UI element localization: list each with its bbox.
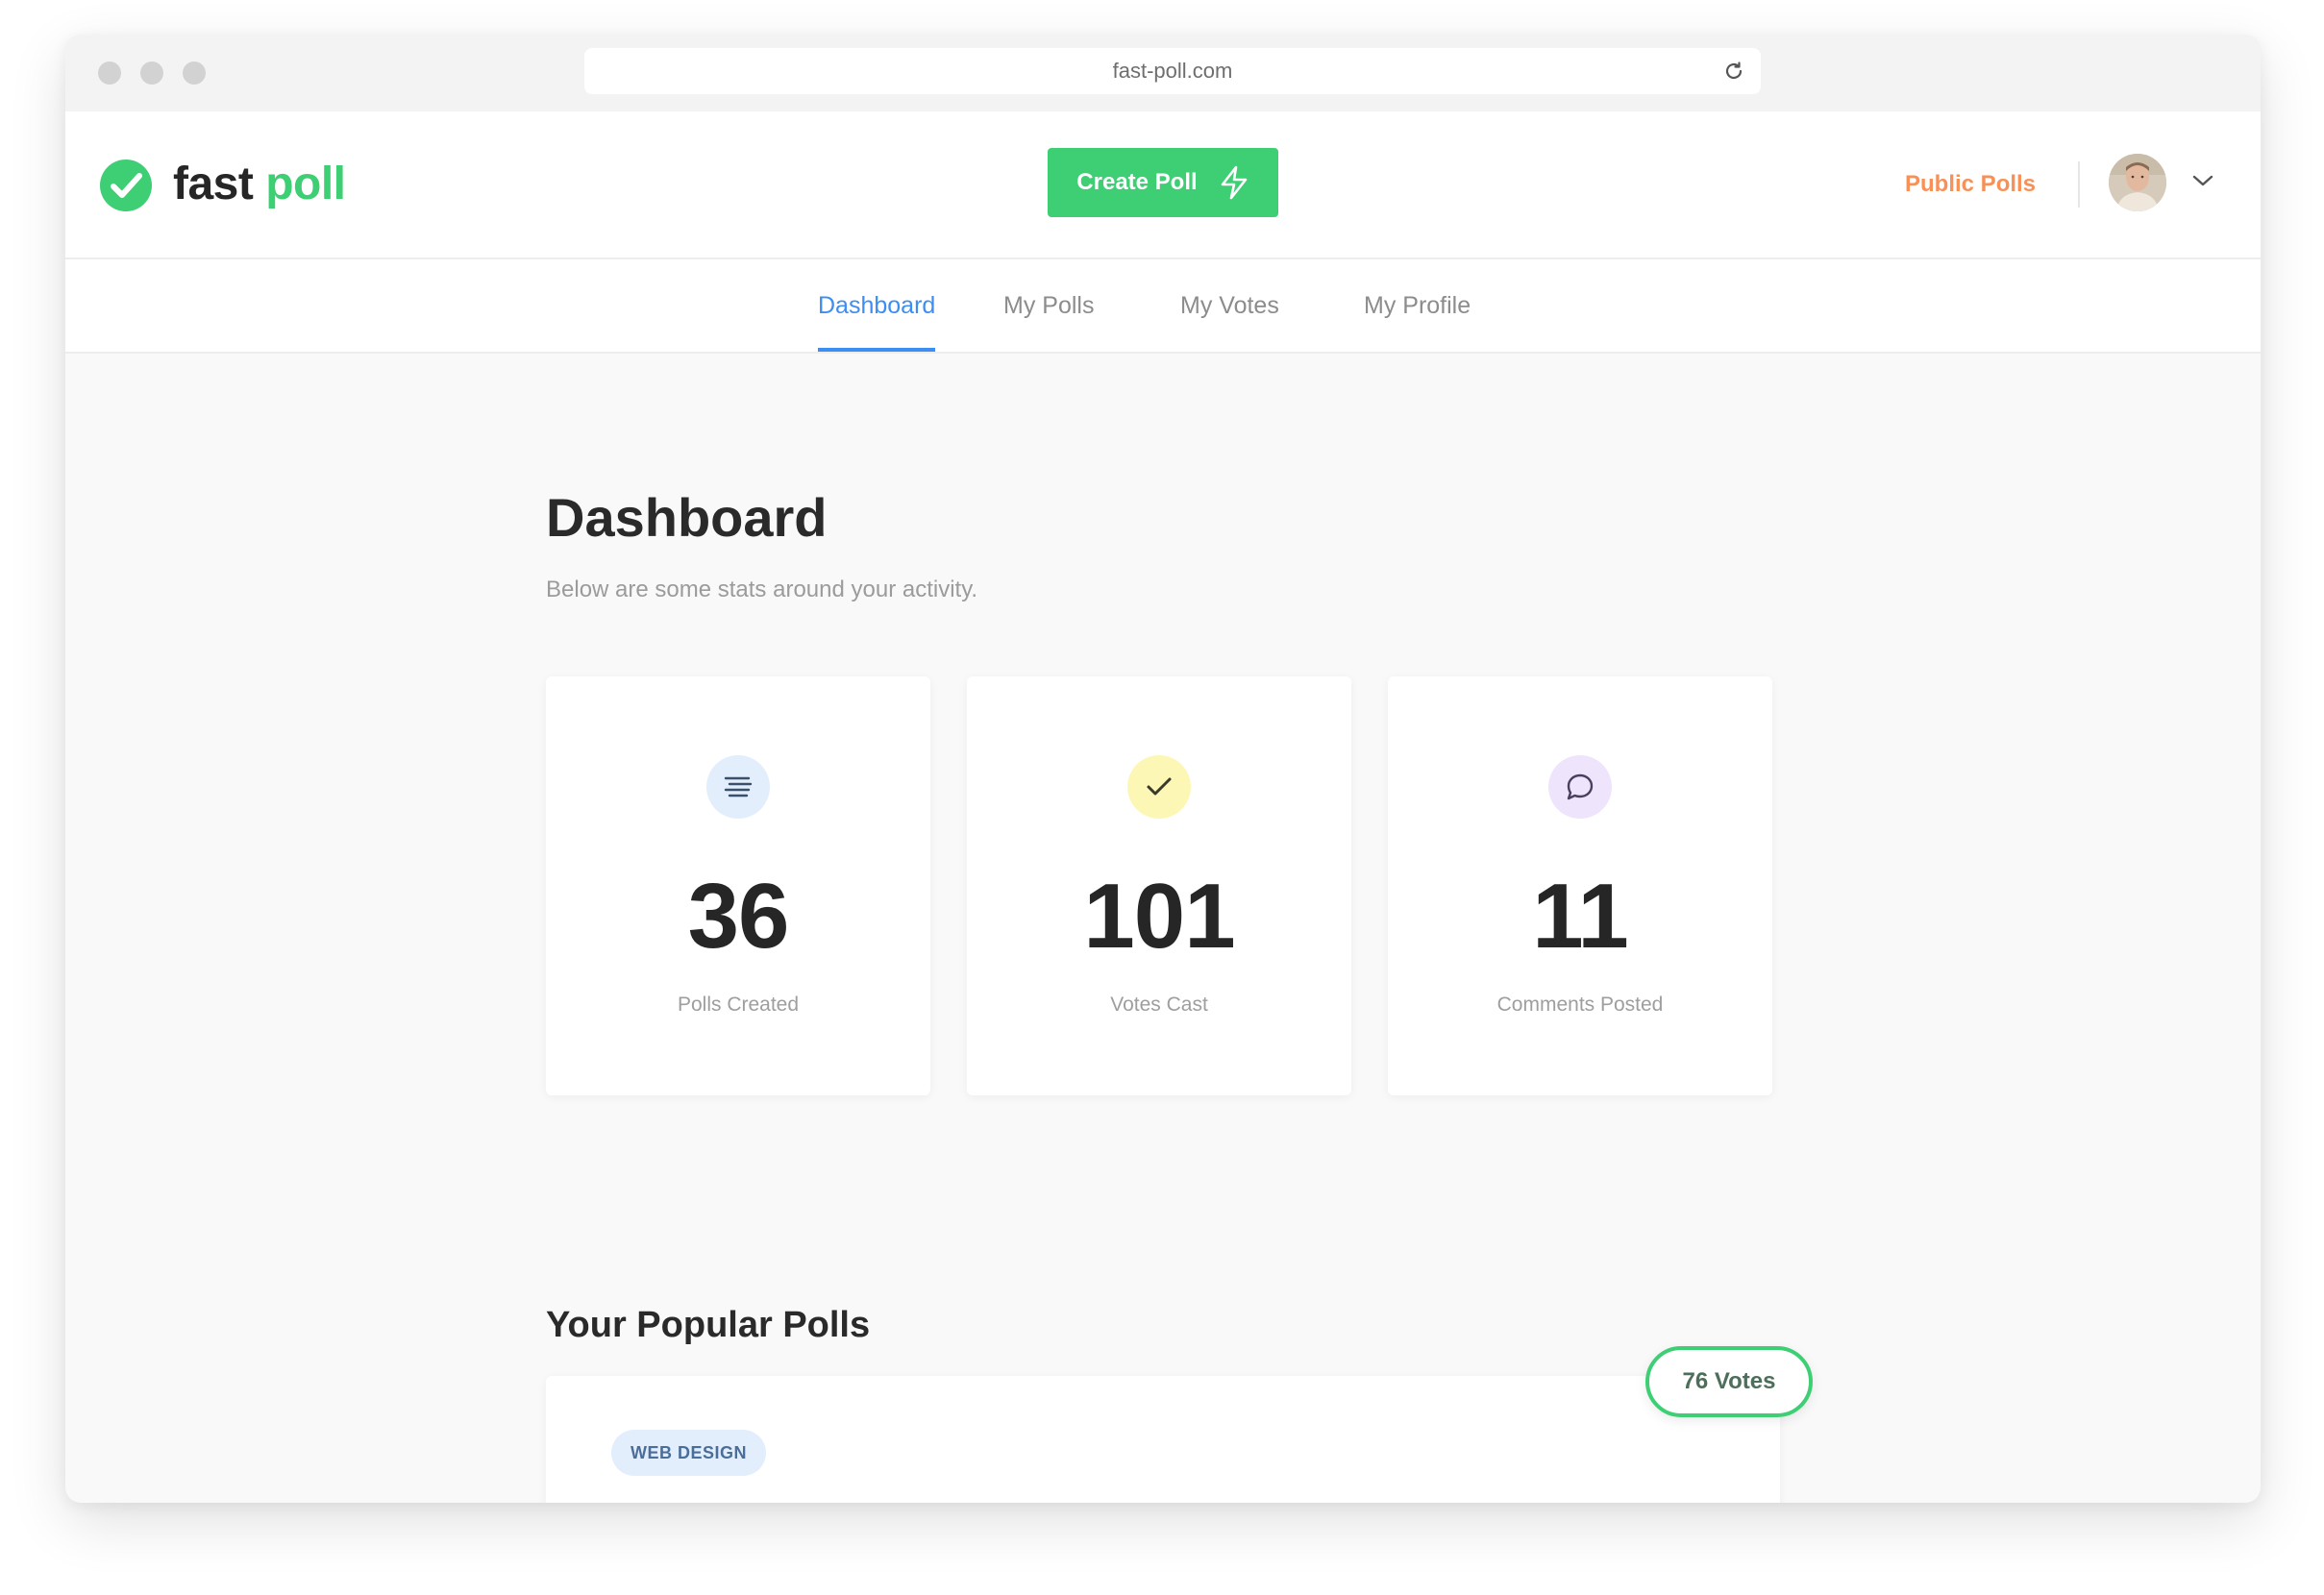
dashboard-tabs: Dashboard My Polls My Votes My Profile <box>65 259 2261 354</box>
check-icon <box>1127 755 1191 819</box>
stat-label: Comments Posted <box>1496 994 1664 1016</box>
avatar[interactable] <box>2109 154 2166 211</box>
page-title: Dashboard <box>546 487 828 548</box>
app-header: fast poll Create Poll Public Polls <box>65 111 2261 259</box>
tab-my-votes[interactable]: My Votes <box>1180 259 1279 352</box>
popular-polls-title: Your Popular Polls <box>546 1305 871 1345</box>
stat-label: Votes Cast <box>1110 994 1208 1016</box>
maximize-window-dot[interactable] <box>183 61 206 85</box>
create-poll-label: Create Poll <box>1076 169 1198 195</box>
stat-value: 101 <box>1083 865 1235 968</box>
page-subtitle: Below are some stats around your activit… <box>546 577 978 602</box>
poll-category-tag[interactable]: WEB DESIGN <box>611 1430 767 1476</box>
stat-card-votes-cast: 101 Votes Cast <box>967 676 1351 1095</box>
logo-check-icon <box>100 160 152 211</box>
comment-icon <box>1548 755 1612 819</box>
stat-card-polls-created: 36 Polls Created <box>546 676 930 1095</box>
logo-wordmark[interactable]: fast poll <box>173 156 346 213</box>
minimize-window-dot[interactable] <box>140 61 163 85</box>
create-poll-button[interactable]: Create Poll <box>1048 148 1278 217</box>
url-text: fast-poll.com <box>1112 59 1233 83</box>
votes-count-badge: 76 Votes <box>1645 1346 1813 1417</box>
chevron-down-icon[interactable] <box>2191 173 2214 188</box>
header-divider <box>2078 161 2080 208</box>
lightning-bolt-icon <box>1221 165 1247 200</box>
browser-titlebar: fast-poll.com <box>65 35 2261 111</box>
stat-value: 11 <box>1532 865 1628 968</box>
stat-label: Polls Created <box>677 994 800 1016</box>
tab-dashboard[interactable]: Dashboard <box>818 259 936 352</box>
stat-value: 36 <box>687 865 790 968</box>
poll-card[interactable]: WEB DESIGN <box>546 1376 1780 1503</box>
list-icon <box>706 755 770 819</box>
logo-word-fast: fast <box>173 159 254 209</box>
browser-window: fast-poll.com fast poll Create Poll Publ… <box>65 35 2261 1503</box>
address-bar[interactable]: fast-poll.com <box>584 48 1761 94</box>
tab-my-profile[interactable]: My Profile <box>1364 259 1471 352</box>
stat-card-comments-posted: 11 Comments Posted <box>1388 676 1772 1095</box>
close-window-dot[interactable] <box>98 61 121 85</box>
avatar-photo <box>2109 154 2166 211</box>
tab-my-polls[interactable]: My Polls <box>1003 259 1094 352</box>
logo-word-poll: poll <box>265 159 346 209</box>
public-polls-link[interactable]: Public Polls <box>1905 167 2036 202</box>
reload-icon[interactable] <box>1722 60 1745 83</box>
